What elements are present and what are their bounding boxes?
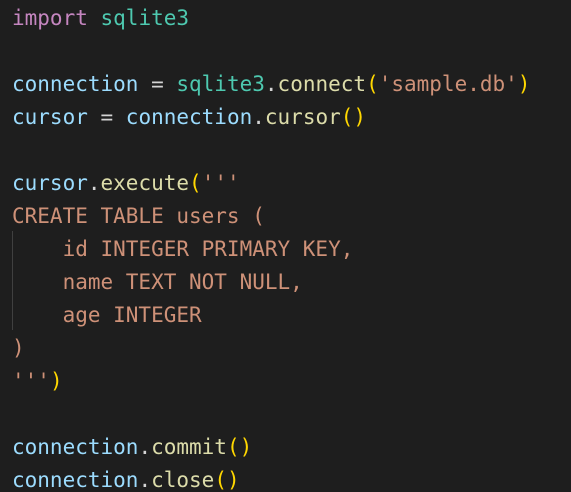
code-line-2[interactable] — [12, 35, 571, 68]
sql-text: name TEXT NOT NULL, — [12, 270, 303, 294]
function-cursor: cursor — [264, 105, 341, 129]
dot-operator: . — [252, 105, 265, 129]
code-line-10[interactable]: age INTEGER — [12, 299, 571, 332]
sql-text: id INTEGER PRIMARY KEY, — [12, 237, 354, 261]
assignment-operator: = — [138, 72, 177, 96]
dot-operator: . — [264, 72, 278, 96]
open-paren: ( — [366, 72, 379, 96]
code-line-1[interactable]: import sqlite3 — [12, 2, 571, 35]
code-line-15[interactable]: connection.close() — [12, 464, 571, 492]
dot-operator: . — [87, 171, 101, 195]
variable-cursor: cursor — [12, 105, 88, 129]
sql-text: age INTEGER — [12, 303, 202, 327]
code-line-5[interactable] — [12, 134, 571, 167]
code-line-4[interactable]: cursor = connection.cursor() — [12, 101, 571, 134]
module-name: sqlite3 — [100, 6, 190, 30]
module-name: sqlite3 — [176, 72, 265, 96]
close-paren: ) — [49, 369, 63, 393]
open-paren: ( — [189, 171, 202, 195]
variable-cursor: cursor — [12, 171, 88, 195]
code-line-7[interactable]: CREATE TABLE users ( — [12, 200, 571, 233]
variable-connection: connection — [12, 468, 139, 492]
parens: () — [226, 435, 253, 459]
import-keyword: import — [12, 6, 88, 30]
code-line-14[interactable]: connection.commit() — [12, 431, 571, 464]
code-line-8[interactable]: id INTEGER PRIMARY KEY, — [12, 233, 571, 266]
parens: () — [340, 105, 367, 129]
string-literal: ''' — [12, 369, 50, 393]
function-commit: commit — [151, 435, 227, 459]
string-literal: ''' — [201, 171, 240, 195]
string-literal: 'sample.db' — [378, 72, 518, 96]
code-line-9[interactable]: name TEXT NOT NULL, — [12, 266, 571, 299]
variable-connection: connection — [12, 72, 139, 96]
variable-connection: connection — [125, 105, 253, 129]
dot-operator: . — [138, 468, 152, 492]
function-execute: execute — [100, 171, 190, 195]
dot-operator: . — [138, 435, 152, 459]
code-line-11[interactable]: ) — [12, 332, 571, 365]
close-paren: ) — [517, 72, 531, 96]
sql-text: CREATE TABLE users ( — [12, 204, 265, 228]
function-close: close — [151, 468, 215, 492]
variable-connection: connection — [12, 435, 139, 459]
code-line-3[interactable]: connection = sqlite3.connect('sample.db'… — [12, 68, 571, 101]
sql-text: ) — [12, 336, 25, 360]
code-line-6[interactable]: cursor.execute(''' — [12, 167, 571, 200]
function-connect: connect — [277, 72, 367, 96]
code-line-13[interactable] — [12, 398, 571, 431]
code-line-12[interactable]: ''') — [12, 365, 571, 398]
parens: () — [214, 468, 240, 492]
code-editor[interactable]: import sqlite3 connection = sqlite3.conn… — [0, 0, 571, 492]
assignment-operator: = — [87, 105, 126, 129]
